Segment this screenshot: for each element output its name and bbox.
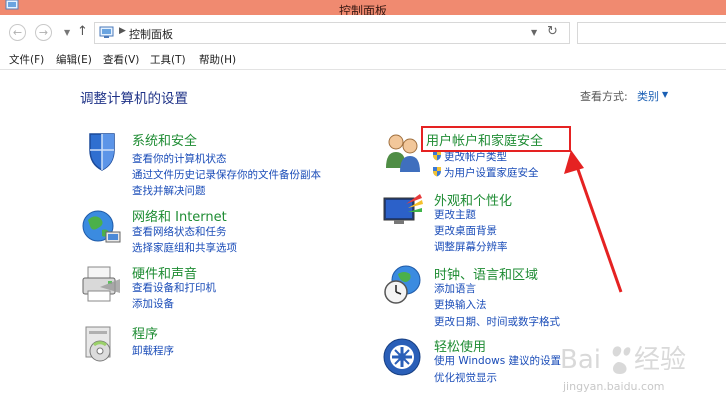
baidu-watermark-logo: Bai 经验 [560, 345, 686, 375]
svg-text:经验: 经验 [634, 345, 686, 375]
watermark-url: jingyan.baidu.com [563, 380, 665, 393]
svg-text:Bai: Bai [560, 345, 601, 375]
